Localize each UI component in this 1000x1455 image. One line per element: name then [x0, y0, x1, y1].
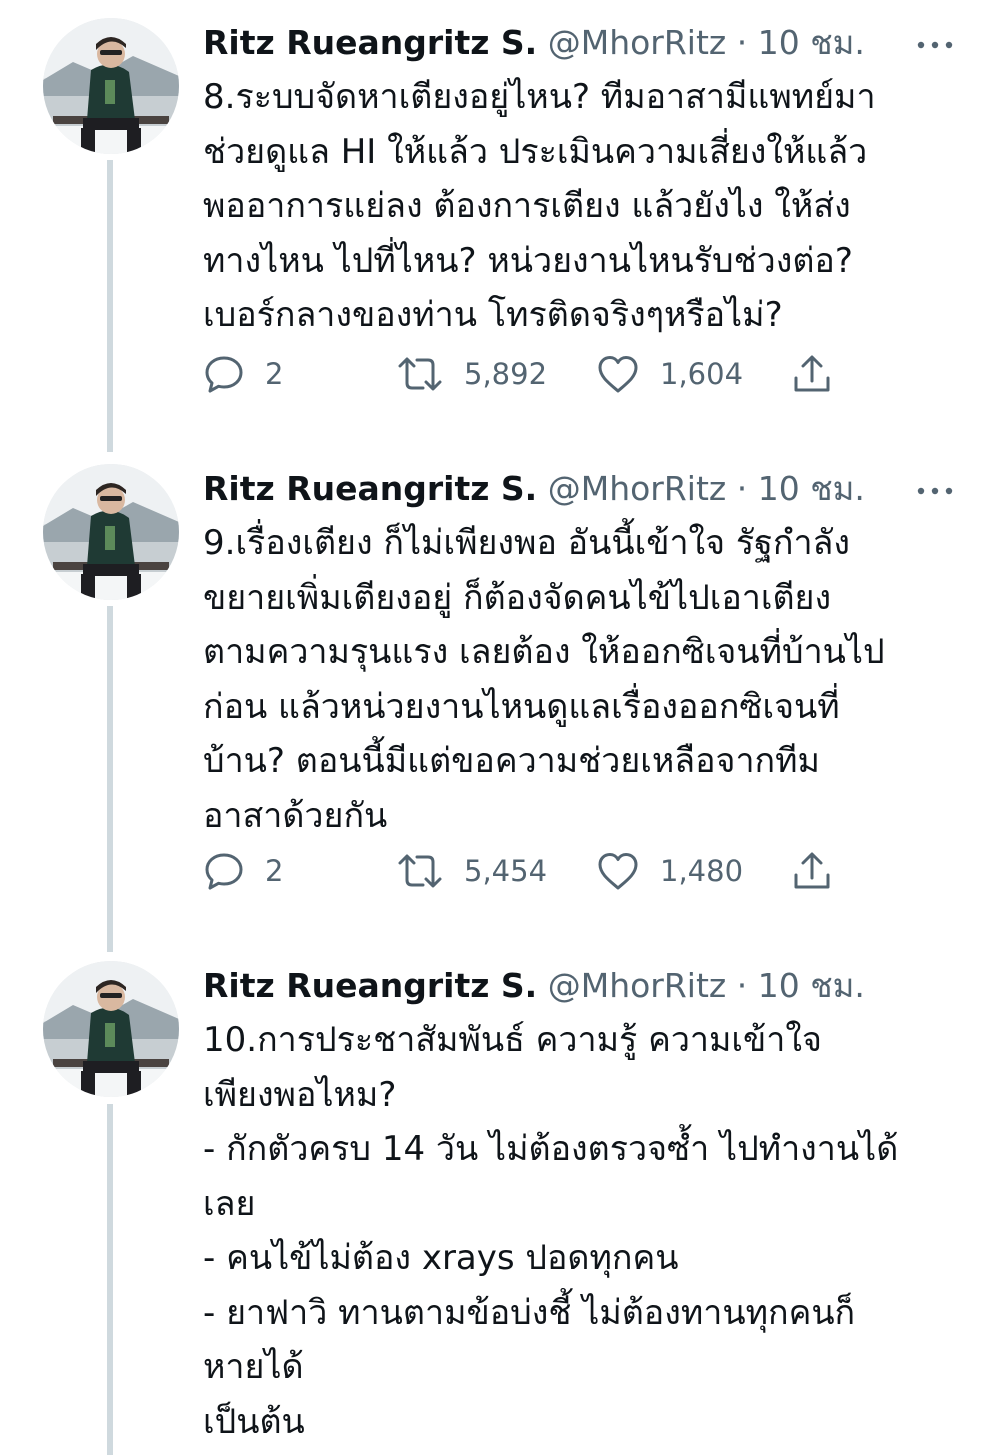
heart-icon [598, 853, 638, 890]
like-button[interactable]: 1,480 [596, 846, 743, 896]
retweet-button[interactable]: 5,454 [396, 846, 547, 896]
thread-line [107, 1104, 113, 1455]
user-handle[interactable]: @MhorRitz [548, 23, 727, 62]
like-count: 1,604 [660, 357, 744, 391]
more-icon[interactable] [915, 484, 955, 498]
retweet-count: 5,454 [464, 854, 548, 888]
more-icon[interactable] [915, 38, 955, 52]
tweet-actions: 2 5,892 1,604 [203, 349, 853, 399]
like-count: 1,480 [660, 854, 744, 888]
timestamp[interactable]: 10 ชม. [758, 469, 865, 508]
tweet-actions: 2 5,454 1,480 [203, 846, 853, 896]
display-name[interactable]: Ritz Rueangritz S. [203, 966, 537, 1005]
like-button[interactable]: 1,604 [596, 349, 743, 399]
avatar[interactable] [43, 961, 179, 1097]
user-handle[interactable]: @MhorRitz [548, 469, 727, 508]
display-name[interactable]: Ritz Rueangritz S. [203, 469, 537, 508]
display-name[interactable]: Ritz Rueangritz S. [203, 23, 537, 62]
separator-dot: · [736, 23, 748, 62]
reply-button[interactable]: 2 [203, 349, 283, 399]
avatar-image [43, 18, 179, 154]
thread-line [107, 160, 113, 452]
reply-count: 2 [265, 854, 284, 888]
reply-icon [205, 356, 243, 393]
user-handle[interactable]: @MhorRitz [548, 966, 727, 1005]
avatar-image [43, 464, 179, 600]
separator-dot: · [736, 469, 748, 508]
reply-count: 2 [265, 357, 284, 391]
share-button[interactable] [791, 846, 833, 896]
tweet-thread: Ritz Rueangritz S. @MhorRitz · 10 ชม. 8.… [0, 0, 1000, 1455]
tweet-text: 9.เรื่องเตียง ก็ไม่เพียงพอ อันนี้เข้าใจ … [203, 523, 885, 836]
share-button[interactable] [791, 349, 833, 399]
retweet-icon [398, 357, 442, 391]
tweet-header: Ritz Rueangritz S. @MhorRitz · 10 ชม. [203, 464, 865, 514]
share-icon [794, 852, 830, 889]
tweet-text: 8.ระบบจัดหาเตียงอยู่ไหน? ทีมอาสามีแพทย์ม… [203, 77, 876, 335]
retweet-count: 5,892 [464, 357, 548, 391]
heart-icon [598, 356, 638, 393]
retweet-button[interactable]: 5,892 [396, 349, 547, 399]
tweet-text: 10.การประชาสัมพันธ์ ความรู้ ความเข้าใจ เ… [203, 1020, 899, 1442]
reply-button[interactable]: 2 [203, 846, 283, 896]
tweet-header: Ritz Rueangritz S. @MhorRitz · 10 ชม. [203, 961, 865, 1011]
avatar[interactable] [43, 18, 179, 154]
avatar-image [43, 961, 179, 1097]
avatar[interactable] [43, 464, 179, 600]
separator-dot: · [736, 966, 748, 1005]
timestamp[interactable]: 10 ชม. [758, 966, 865, 1005]
retweet-icon [398, 854, 442, 888]
thread-line [107, 606, 113, 952]
timestamp[interactable]: 10 ชม. [758, 23, 865, 62]
tweet-header: Ritz Rueangritz S. @MhorRitz · 10 ชม. [203, 18, 865, 68]
reply-icon [205, 853, 243, 890]
share-icon [794, 355, 830, 392]
